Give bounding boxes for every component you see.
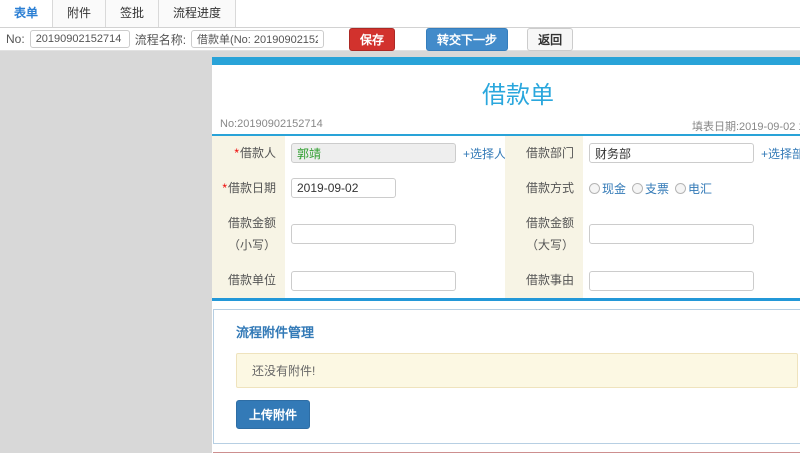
- tab-progress[interactable]: 流程进度: [159, 0, 237, 27]
- radio-wire-transfer-label: 电汇: [688, 181, 713, 196]
- department-label: 借款部门: [505, 136, 583, 171]
- required-mark: *: [234, 146, 239, 160]
- radio-button-icon[interactable]: [589, 182, 600, 194]
- page-title: 借款单: [482, 82, 554, 109]
- borrower-field[interactable]: [291, 143, 456, 164]
- loan-unit-label: 借款单位: [212, 263, 285, 298]
- radio-check-label: 支票: [645, 181, 670, 196]
- toolbar: No: 流程名称: 保存 转交下一步 返回: [0, 27, 800, 51]
- panel-top-accent-bar: [212, 57, 800, 65]
- upload-attachment-button[interactable]: 上传附件: [236, 399, 311, 429]
- tab-approval[interactable]: 签批: [106, 0, 160, 27]
- amount-uppercase-field[interactable]: [589, 224, 754, 245]
- select-department-link[interactable]: +选择部门: [761, 145, 800, 162]
- fill-date: 填表日期:2019-09-02 15:27:1: [692, 121, 800, 133]
- process-name-label: 流程名称:: [134, 32, 187, 47]
- no-input[interactable]: [29, 30, 130, 48]
- tab-attachments[interactable]: 附件: [53, 0, 107, 27]
- no-attachments-message: 还没有附件!: [236, 352, 798, 388]
- process-name-input[interactable]: [191, 30, 325, 48]
- radio-check[interactable]: 支票: [632, 180, 669, 197]
- radio-wire-transfer[interactable]: 电汇: [675, 180, 712, 197]
- page-background: 借款单 No:20190902152714 填表日期:2019-09-02 15…: [0, 51, 800, 453]
- no-label: No:: [6, 32, 25, 46]
- form-panel: 借款单 No:20190902152714 填表日期:2019-09-02 15…: [212, 57, 800, 453]
- save-button[interactable]: 保存: [349, 27, 396, 51]
- radio-cash-label: 现金: [602, 181, 627, 196]
- loan-form: *借款人 +选择人员 借款部门 +选择部门 *借款日期 借款方式: [212, 136, 800, 301]
- radio-button-icon[interactable]: [675, 182, 687, 194]
- document-number: No:20190902152714: [220, 118, 323, 130]
- amount-lowercase-label: 借款金额（小写）: [212, 205, 285, 264]
- radio-cash[interactable]: 现金: [589, 180, 626, 197]
- tab-form[interactable]: 表单: [0, 0, 54, 27]
- borrower-label: *借款人: [212, 136, 285, 171]
- loan-date-field[interactable]: [291, 178, 396, 199]
- department-field[interactable]: [589, 143, 754, 164]
- required-mark: *: [222, 180, 227, 195]
- attachments-heading: 流程附件管理: [236, 324, 315, 340]
- loan-reason-label: 借款事由: [505, 263, 583, 298]
- tab-bar: 表单 附件 签批 流程进度: [0, 0, 800, 28]
- loan-method-label: 借款方式: [505, 170, 583, 206]
- attachments-panel: 流程附件管理 还没有附件! 上传附件: [213, 308, 800, 444]
- loan-reason-field[interactable]: [589, 270, 754, 291]
- loan-unit-field[interactable]: [291, 270, 456, 291]
- meta-row: No:20190902152714 填表日期:2019-09-02 15:27:…: [212, 116, 800, 136]
- loan-date-label: *借款日期: [212, 170, 285, 206]
- forward-next-step-button[interactable]: 转交下一步: [426, 27, 509, 51]
- loan-method-radio-group: 现金 支票 电汇: [589, 180, 712, 197]
- radio-button-icon[interactable]: [632, 182, 644, 194]
- amount-lowercase-field[interactable]: [291, 224, 456, 245]
- back-button[interactable]: 返回: [527, 27, 574, 51]
- amount-uppercase-label: 借款金额（大写）: [505, 205, 583, 264]
